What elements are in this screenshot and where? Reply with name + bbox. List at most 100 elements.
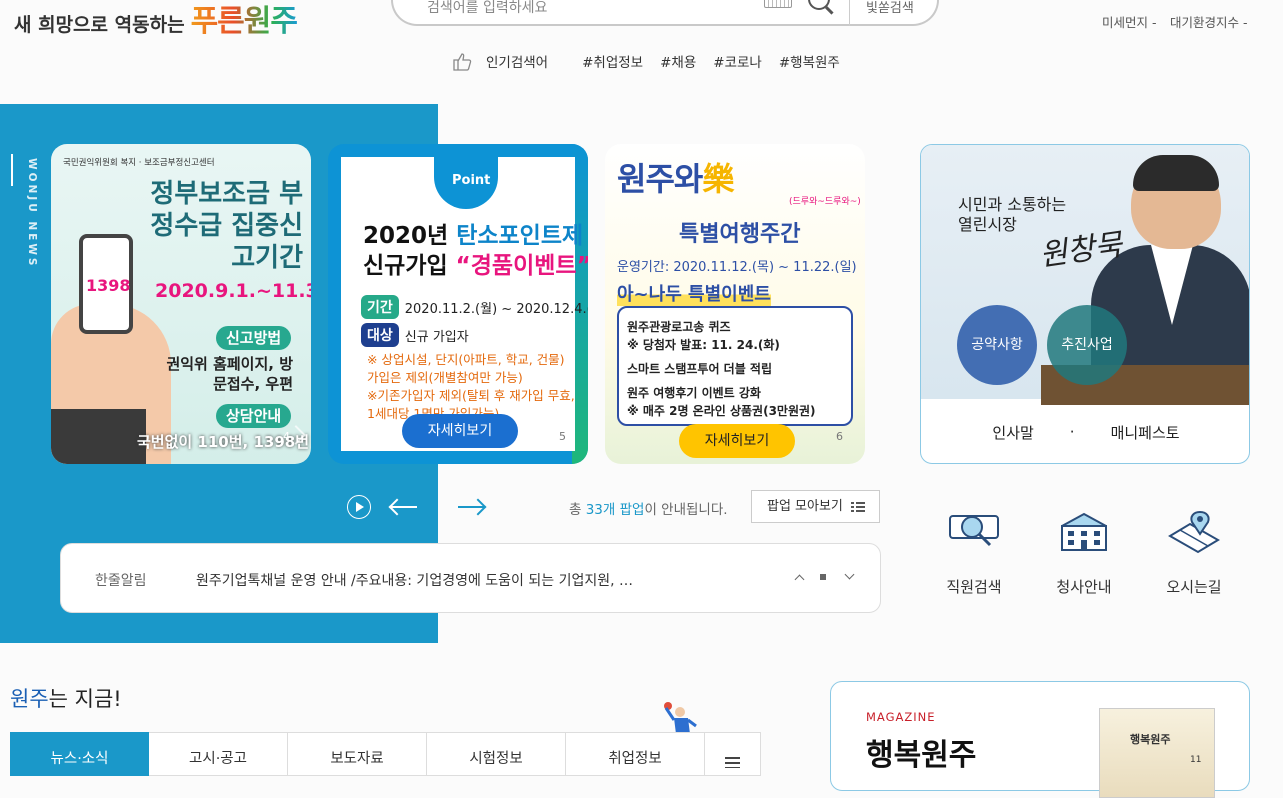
staff-search-icon — [946, 510, 1002, 556]
quick-link-directions[interactable]: 오시는길 — [1149, 510, 1239, 597]
site-slogan[interactable]: 새 희망으로 역동하는 푸른원주 — [14, 0, 298, 40]
phone-number: 1398 — [86, 276, 131, 295]
chevron-up-icon[interactable] — [794, 574, 805, 585]
title-part: 2020년 — [363, 223, 457, 249]
popular-label: 인기검색어 — [486, 55, 549, 71]
event-line: ※ 매주 2명 온라인 상품권(3만원권) — [627, 404, 816, 418]
greeting-link[interactable]: 인사말 — [992, 422, 1033, 443]
event-line: ※ 당첨자 발표: 11. 24.(화) — [627, 338, 780, 352]
thumbs-up-icon — [452, 52, 472, 71]
title-highlight: 원주 — [10, 687, 49, 711]
chevron-down-icon[interactable] — [844, 569, 855, 580]
tab-press[interactable]: 보도자료 — [288, 732, 427, 776]
cover-issue: 11 — [1190, 755, 1202, 765]
stop-icon[interactable] — [820, 574, 826, 580]
menu-icon[interactable] — [705, 732, 761, 776]
list-icon — [851, 502, 865, 512]
card-subtitle: 특별여행주간 — [679, 222, 801, 247]
section-title: 원주는 지금! — [10, 683, 122, 713]
event-line: 스마트 스탬프투어 더블 적립 — [627, 362, 773, 376]
mayor-photo: 시민과 소통하는 열린시장 원창묵 공약사항 추진사업 — [921, 145, 1249, 405]
tab-exam[interactable]: 시험정보 — [427, 732, 566, 776]
mayor-panel: 시민과 소통하는 열린시장 원창묵 공약사항 추진사업 인사말 · 매니페스토 — [920, 144, 1250, 464]
card-small-text: (드루와~드루와~) — [789, 197, 861, 207]
search-placeholder: 검색어를 입력하세요 — [427, 0, 548, 16]
details-button[interactable]: 자세히보기 — [402, 414, 518, 448]
popular-tag-happy-wonju[interactable]: #행복원주 — [779, 51, 840, 71]
popup-total: 총 33개 팝업이 안내됩니다. — [569, 498, 728, 518]
card-event: 아~나두 특별이벤트 — [617, 280, 771, 306]
quick-link-staff-search[interactable]: 직원검색 — [929, 510, 1019, 597]
keyboard-icon[interactable] — [764, 0, 792, 8]
event-box: 원주관광로고송 퀴즈 ※ 당첨자 발표: 11. 24.(화) 스마트 스탬프투… — [617, 306, 853, 426]
air-index-link[interactable]: 대기환경지수 - — [1170, 12, 1247, 31]
popup-card-carbon-point[interactable]: Point 2020년 탄소포인트제 신규가입 “경품이벤트” 기간 2020.… — [328, 144, 588, 464]
pledges-button[interactable]: 공약사항 — [957, 305, 1037, 385]
manifesto-link[interactable]: 매니페스토 — [1111, 422, 1180, 443]
quick-search-button[interactable]: 빛쏟검색 — [849, 0, 939, 26]
card-date: 2020.9.1.~11.30. — [155, 280, 311, 302]
popup-card-subsidy[interactable]: 국민권익위원회 복지 · 보조금부정신고센터 정부보조금 부정수급 집중신고기간… — [51, 144, 311, 464]
period-text: 2020.11.2.(월) ~ 2020.12.4.(금) — [404, 301, 588, 317]
cover-title: 행복원주 — [1130, 733, 1171, 746]
details-button[interactable]: 자세히보기 — [679, 424, 795, 458]
magazine-cover[interactable]: 행복원주 11 — [1099, 708, 1215, 798]
news-tabs: 뉴스·소식 고시·공고 보도자료 시험정보 취업정보 — [10, 732, 761, 776]
period-row: 기간 2020.11.2.(월) ~ 2020.12.4.(금) — [361, 295, 588, 319]
report-method-badge: 신고방법 — [216, 326, 292, 350]
mayor-links: 인사말 · 매니페스토 — [921, 399, 1249, 463]
quick-search-label: 빛쏟검색 — [866, 1, 914, 16]
arrow-right-icon[interactable] — [458, 506, 484, 508]
popup-card-travel-week[interactable]: 원주와樂 (드루와~드루와~) 특별여행주간 운영기간: 2020.11.12.… — [605, 144, 865, 464]
consult-badge: 상담안내 — [216, 404, 292, 428]
magazine-label: MAGAZINE — [866, 710, 936, 724]
magazine-panel[interactable]: MAGAZINE 행복원주 행복원주 11 — [830, 681, 1250, 798]
notice-label: 한줄알림 — [95, 573, 147, 589]
quick-link-label: 청사안내 — [1056, 578, 1112, 596]
card-page: 5 — [559, 430, 566, 443]
card-title: 원주와樂 — [617, 154, 734, 200]
popular-tag-job[interactable]: #취업정보 — [582, 51, 643, 71]
target-row: 대상 신규 가입자 — [361, 323, 469, 347]
card-org: 국민권익위원회 복지 · 보조금부정신고센터 — [63, 158, 215, 168]
logo-text: Point — [452, 173, 491, 188]
magazine-title: 행복원주 — [866, 738, 977, 773]
card-title: 2020년 탄소포인트제 신규가입 “경품이벤트” — [363, 221, 588, 281]
popular-tag-hiring[interactable]: #채용 — [660, 51, 696, 71]
event-line: 원주 여행후기 이벤트 강화 — [627, 386, 761, 400]
title-part: 신규가입 — [363, 253, 456, 279]
sleeve-illustration — [51, 409, 146, 464]
notice-text[interactable]: 원주기업톡채널 운영 안내 /주요내용: 기업경영에 도움이 되는 기업지원, … — [196, 570, 633, 590]
note-1: ※ 상업시설, 단지(아파트, 학교, 건물) 가입은 제외(개별참여만 가능) — [367, 352, 565, 385]
tab-notices[interactable]: 고시·공고 — [149, 732, 288, 776]
quick-link-label: 오시는길 — [1166, 578, 1222, 596]
title-rest: 는 지금! — [48, 687, 122, 711]
phone-icon: 1398 — [79, 234, 133, 334]
popup-total-pre: 총 — [569, 502, 586, 518]
tab-news[interactable]: 뉴스·소식 — [10, 732, 149, 776]
card-period: 운영기간: 2020.11.12.(목) ~ 11.22.(일) — [617, 260, 857, 275]
separator: · — [1069, 423, 1075, 441]
event-line: 원주관광로고송 퀴즈 — [627, 320, 731, 334]
title-part: 원주와 — [617, 160, 703, 198]
point-logo: Point — [434, 153, 498, 209]
quick-link-building[interactable]: 청사안내 — [1039, 510, 1129, 597]
popup-collect-button[interactable]: 팝업 모아보기 — [751, 490, 880, 523]
tab-jobs[interactable]: 취업정보 — [566, 732, 705, 776]
period-pill: 기간 — [361, 295, 399, 319]
arrow-left-icon[interactable] — [391, 506, 417, 508]
mayor-slogan-2: 열린시장 — [958, 215, 1017, 234]
popular-keywords: 인기검색어 #취업정보 #채용 #코로나 #행복원주 — [452, 50, 840, 72]
projects-button[interactable]: 추진사업 — [1047, 305, 1127, 385]
card-inner: Point 2020년 탄소포인트제 신규가입 “경품이벤트” 기간 2020.… — [341, 153, 588, 451]
title-highlight: 樂 — [702, 160, 734, 198]
popular-tag-corona[interactable]: #코로나 — [713, 51, 762, 71]
title-highlight: 탄소포인트제 — [456, 223, 584, 249]
fine-dust-link[interactable]: 미세먼지 - — [1102, 12, 1156, 31]
title-highlight: “경품이벤트” — [455, 253, 588, 279]
popup-collect-label: 팝업 모아보기 — [767, 499, 843, 514]
map-pin-icon — [1166, 510, 1222, 556]
quick-link-label: 직원검색 — [946, 578, 1002, 596]
hair-shape — [1133, 155, 1219, 191]
play-icon[interactable] — [347, 495, 371, 519]
